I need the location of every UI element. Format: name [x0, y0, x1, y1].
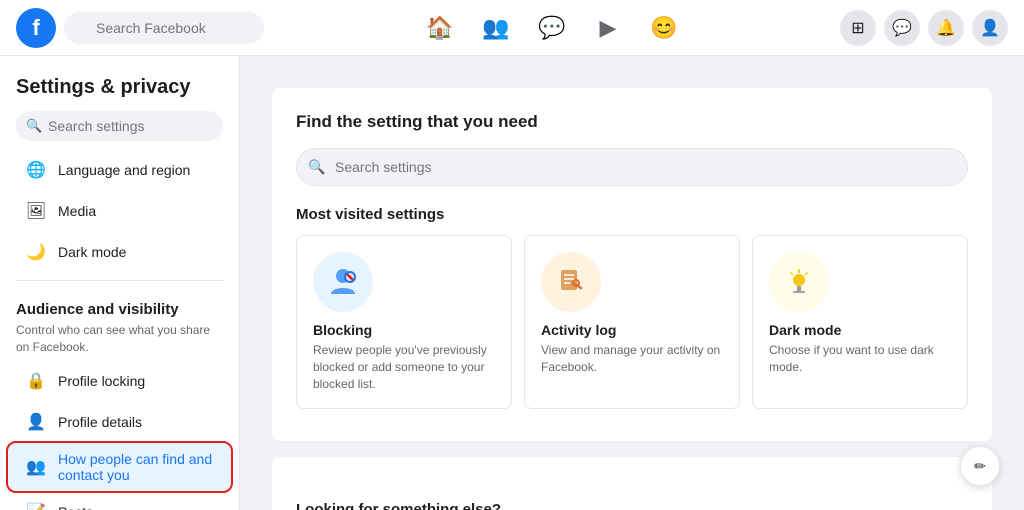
facebook-logo[interactable]: f	[16, 8, 56, 48]
posts-icon: 📝	[24, 500, 48, 510]
sidebar-item-profile-details[interactable]: 👤 Profile details	[8, 402, 231, 442]
sidebar-item-label: Dark mode	[58, 244, 126, 260]
nav-friends-button[interactable]: 👥	[472, 4, 520, 52]
nav-marketplace-button[interactable]: 😊	[640, 4, 688, 52]
sidebar-search-container: 🔍	[16, 111, 223, 141]
sidebar-item-label: Posts	[58, 504, 93, 510]
dark-mode-card-icon	[769, 252, 829, 312]
sidebar-title: Settings & privacy	[0, 68, 239, 103]
profile-details-icon: 👤	[24, 410, 48, 434]
account-icon-button[interactable]: 👤	[972, 10, 1008, 46]
find-contact-icon: 👥	[24, 455, 48, 479]
topnav-right: ⊞ 💬 🔔 👤	[840, 10, 1008, 46]
blocking-card-title: Blocking	[313, 322, 495, 338]
find-setting-title: Find the setting that you need	[296, 112, 968, 132]
main-search-icon: 🔍	[308, 159, 325, 176]
visit-card-activity-log[interactable]: Activity log View and manage your activi…	[524, 235, 740, 409]
sidebar-item-media[interactable]: 🖼 Media	[8, 191, 231, 231]
activity-log-card-title: Activity log	[541, 322, 723, 338]
sidebar-item-posts[interactable]: 📝 Posts	[8, 492, 231, 510]
profile-locking-icon: 🔒	[24, 369, 48, 393]
sidebar-item-language[interactable]: 🌐 Language and region	[8, 150, 231, 190]
media-icon: 🖼	[24, 199, 48, 223]
sidebar-item-darkmode[interactable]: 🌙 Dark mode	[8, 232, 231, 272]
nav-watch-button[interactable]: ▶	[584, 4, 632, 52]
page-wrap: Settings & privacy 🔍 🌐 Language and regi…	[0, 56, 1024, 510]
blocking-card-desc: Review people you've previously blocked …	[313, 342, 495, 392]
audience-section-label: Audience and visibility	[0, 289, 239, 322]
main-search-input[interactable]	[296, 148, 968, 186]
topnav-search-input[interactable]	[64, 12, 264, 44]
sidebar-item-find-contact[interactable]: 👥 How people can find and contact you	[8, 443, 231, 491]
most-visited-cards: Blocking Review people you've previously…	[296, 235, 968, 409]
dark-mode-card-title: Dark mode	[769, 322, 951, 338]
topnav-search-wrap: 🔍	[64, 12, 264, 44]
topnav-center: 🏠 👥 💬 ▶ 😊	[264, 4, 840, 52]
most-visited-title: Most visited settings	[296, 206, 968, 223]
language-icon: 🌐	[24, 158, 48, 182]
darkmode-icon: 🌙	[24, 240, 48, 264]
nav-messenger-button[interactable]: 💬	[528, 4, 576, 52]
sidebar-item-label: Profile locking	[58, 373, 145, 389]
topnav-left: f 🔍	[16, 8, 264, 48]
nav-home-button[interactable]: 🏠	[416, 4, 464, 52]
sidebar-search-input[interactable]	[16, 111, 223, 141]
messenger-icon-button[interactable]: 💬	[884, 10, 920, 46]
visit-card-dark-mode[interactable]: Dark mode Choose if you want to use dark…	[752, 235, 968, 409]
dark-mode-card-desc: Choose if you want to use dark mode.	[769, 342, 951, 376]
find-setting-card: Find the setting that you need 🔍 Most vi…	[272, 88, 992, 441]
main-search-wrap: 🔍	[296, 148, 968, 186]
sidebar-search-icon: 🔍	[26, 118, 42, 134]
sidebar-item-profile-locking[interactable]: 🔒 Profile locking	[8, 361, 231, 401]
sidebar: Settings & privacy 🔍 🌐 Language and regi…	[0, 56, 240, 510]
looking-card: Looking for something else?	[272, 457, 992, 510]
looking-title: Looking for something else?	[296, 501, 968, 510]
audience-section-desc: Control who can see what you share on Fa…	[0, 322, 239, 360]
visit-card-blocking[interactable]: Blocking Review people you've previously…	[296, 235, 512, 409]
edit-fab-button[interactable]: ✏	[960, 446, 1000, 486]
activity-log-card-icon	[541, 252, 601, 312]
activity-log-card-desc: View and manage your activity on Faceboo…	[541, 342, 723, 376]
apps-icon-button[interactable]: ⊞	[840, 10, 876, 46]
sidebar-item-label: How people can find and contact you	[58, 451, 215, 483]
topnav: f 🔍 🏠 👥 💬 ▶ 😊 ⊞ 💬 🔔 👤	[0, 0, 1024, 56]
sidebar-item-label: Profile details	[58, 414, 142, 430]
sidebar-divider	[16, 280, 223, 281]
notifications-icon-button[interactable]: 🔔	[928, 10, 964, 46]
sidebar-item-label: Language and region	[58, 162, 190, 178]
sidebar-search-wrap: 🔍	[0, 103, 239, 149]
main-content: Find the setting that you need 🔍 Most vi…	[240, 56, 1024, 510]
blocking-card-icon	[313, 252, 373, 312]
sidebar-item-label: Media	[58, 203, 96, 219]
